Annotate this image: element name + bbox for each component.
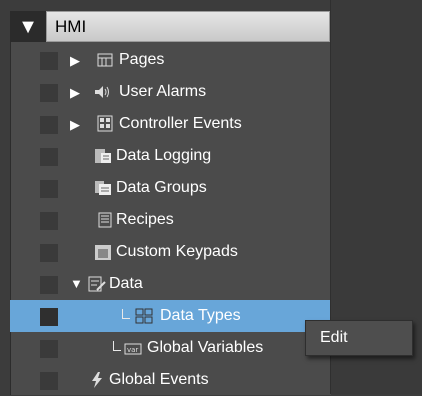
expand-icon[interactable]: ▶ (70, 118, 80, 131)
tree-item-label: Data (109, 275, 143, 292)
collapse-icon[interactable]: ▼ (10, 11, 46, 42)
tree-item-controller-events[interactable]: ▶ Controller Events (10, 108, 330, 140)
row-marker (40, 212, 58, 230)
data-icon (88, 276, 106, 292)
tree-item-recipes[interactable]: Recipes (10, 204, 330, 236)
pages-icon (96, 52, 114, 68)
row-marker (40, 180, 58, 198)
row-marker (40, 276, 58, 294)
expand-icon[interactable]: ▶ (70, 86, 80, 99)
row-marker (40, 372, 58, 390)
tree-item-custom-keypads[interactable]: Custom Keypads (10, 236, 330, 268)
tree-item-label: Data Logging (116, 147, 212, 164)
row-marker (40, 244, 58, 262)
row-marker (40, 148, 58, 166)
tree-item-label: Pages (119, 51, 165, 68)
keypad-icon (94, 244, 112, 260)
data-groups-icon (94, 180, 112, 196)
tree-connector (113, 341, 121, 351)
tree-item-label: Custom Keypads (116, 243, 238, 260)
data-types-icon (135, 308, 153, 324)
row-marker (40, 84, 58, 102)
collapse-icon[interactable]: ▼ (70, 277, 83, 290)
tree-item-data[interactable]: ▼ Data (10, 268, 330, 300)
tree-root-label: HMI (46, 11, 330, 42)
tree-item-label: Recipes (116, 211, 174, 228)
row-marker (40, 116, 58, 134)
tree-item-global-variables[interactable]: var Global Variables (10, 332, 330, 364)
tree-root-hmi[interactable]: ▼ HMI (10, 11, 330, 42)
tree-item-pages[interactable]: ▶ Pages (10, 44, 330, 76)
tree-item-label: Global Events (109, 371, 209, 388)
tree-item-global-events[interactable]: Global Events (10, 364, 330, 396)
data-logging-icon (94, 148, 112, 164)
svg-text:var: var (127, 346, 138, 354)
tree-item-label: Data Groups (116, 179, 207, 196)
expand-icon[interactable]: ▶ (70, 54, 80, 67)
row-marker (40, 340, 58, 358)
context-menu: Edit (305, 320, 413, 356)
context-menu-item-edit[interactable]: Edit (320, 329, 348, 347)
controller-events-icon (96, 115, 114, 131)
row-marker (40, 52, 58, 70)
tree-item-data-groups[interactable]: Data Groups (10, 172, 330, 204)
tree-item-label: User Alarms (119, 83, 207, 100)
tree-item-user-alarms[interactable]: ▶ User Alarms (10, 76, 330, 108)
tree-item-data-logging[interactable]: Data Logging (10, 140, 330, 172)
tree-item-label: Data Types (160, 307, 241, 324)
lightning-icon (88, 372, 106, 388)
row-marker (40, 308, 58, 326)
tree-connector (122, 309, 130, 319)
tree-item-label: Controller Events (119, 115, 242, 132)
tree-item-label: Global Variables (147, 339, 264, 356)
tree-item-data-types[interactable]: Data Types (10, 300, 330, 332)
variables-icon: var (124, 341, 142, 357)
speaker-icon (94, 84, 112, 100)
recipes-icon (96, 212, 114, 228)
